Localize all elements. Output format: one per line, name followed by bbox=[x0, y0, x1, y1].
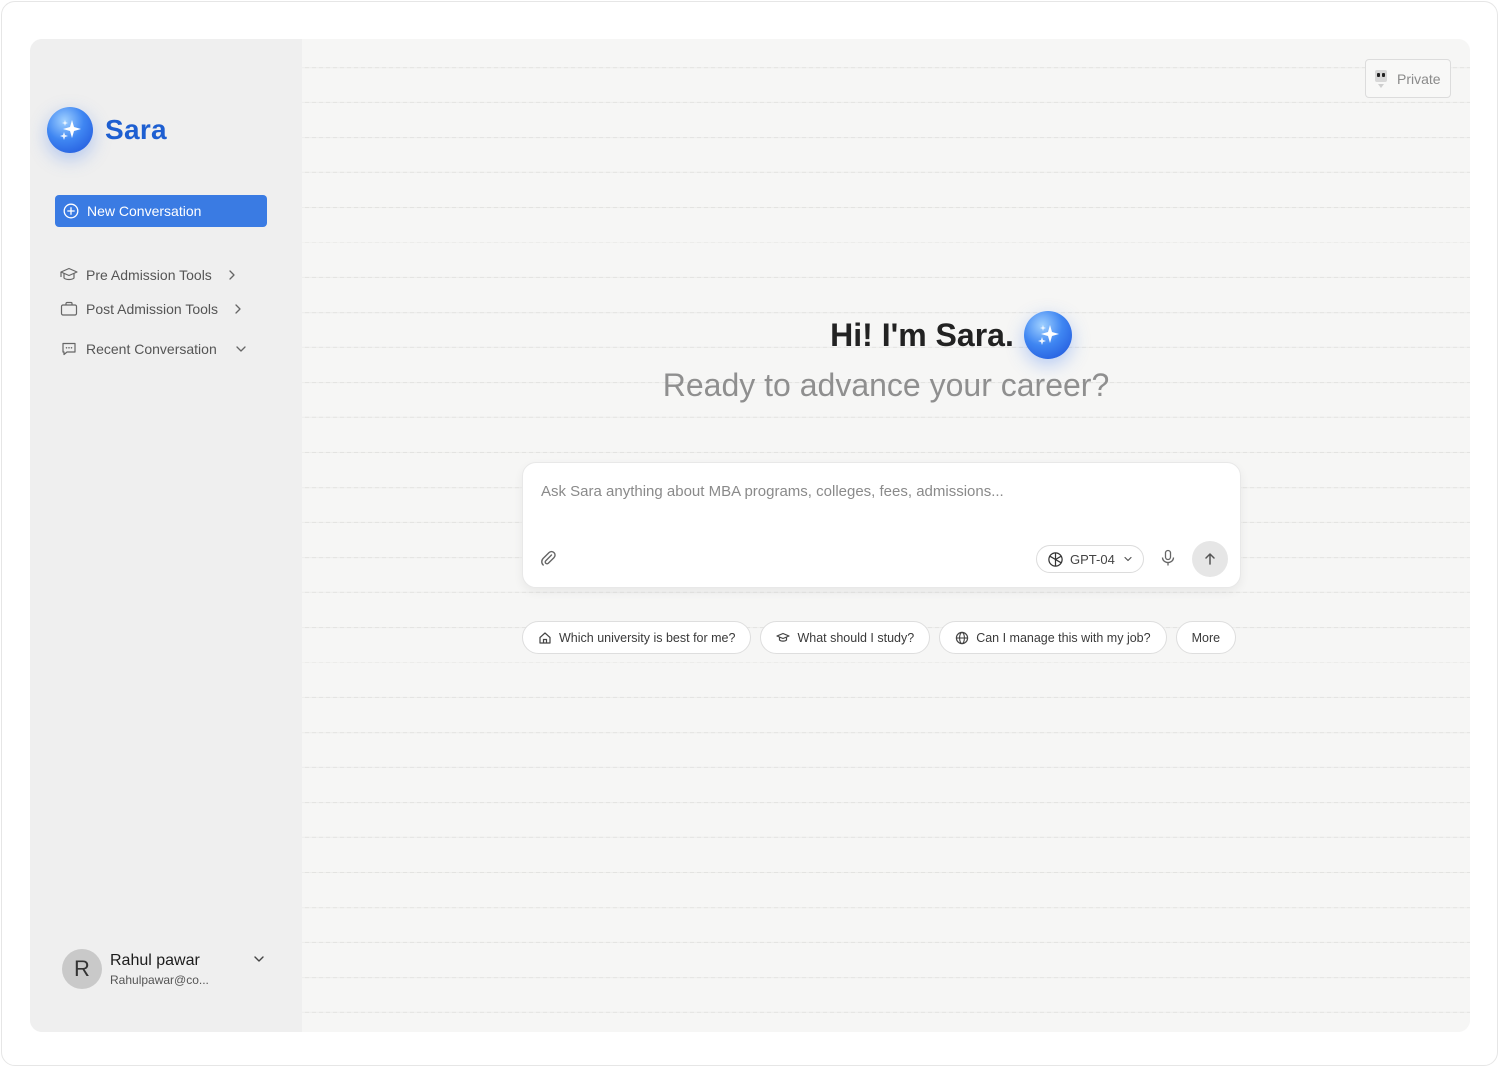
arrow-up-icon bbox=[1205, 553, 1215, 565]
chip-label: Which university is best for me? bbox=[559, 630, 736, 645]
globe-icon bbox=[955, 631, 969, 644]
incognito-icon bbox=[1375, 69, 1387, 88]
sidebar-item-label: Pre Admission Tools bbox=[86, 267, 212, 283]
private-label: Private bbox=[1397, 70, 1441, 87]
sidebar-item-post-admission-tools[interactable]: Post Admission Tools bbox=[60, 300, 244, 318]
chevron-down-icon bbox=[236, 346, 246, 352]
private-mode-button[interactable]: Private bbox=[1365, 59, 1451, 98]
suggestion-chip-job[interactable]: Can I manage this with my job? bbox=[939, 621, 1167, 654]
avatar: R bbox=[62, 949, 102, 989]
briefcase-icon bbox=[60, 300, 78, 318]
window-frame: Sara New Conversation Pre Admission Tool… bbox=[1, 1, 1498, 1066]
chip-label: More bbox=[1191, 630, 1221, 645]
user-email: Rahulpawar@co... bbox=[110, 972, 209, 987]
microphone-icon[interactable] bbox=[1159, 549, 1177, 567]
tagline: Ready to advance your career? bbox=[662, 367, 1110, 403]
app-container: Sara New Conversation Pre Admission Tool… bbox=[30, 39, 1470, 1032]
model-name: GPT-04 bbox=[1070, 551, 1115, 567]
sidebar-item-label: Post Admission Tools bbox=[86, 301, 219, 317]
main-area: Private Hi! I'm Sara. Ready to advance y… bbox=[302, 39, 1470, 1032]
more-suggestions-button[interactable]: More bbox=[1175, 621, 1237, 654]
message-input[interactable] bbox=[541, 483, 1221, 523]
sidebar-item-label: Recent Conversation bbox=[86, 341, 217, 357]
chip-label: What should I study? bbox=[797, 630, 915, 645]
plus-circle-icon bbox=[63, 203, 79, 219]
new-conversation-label: New Conversation bbox=[87, 203, 202, 219]
new-conversation-button[interactable]: New Conversation bbox=[55, 195, 267, 227]
chat-icon bbox=[60, 340, 78, 358]
user-name: Rahul pawar bbox=[110, 951, 200, 969]
home-icon bbox=[539, 631, 551, 644]
brand-logo[interactable]: Sara bbox=[47, 107, 167, 153]
sidebar: Sara New Conversation Pre Admission Tool… bbox=[30, 39, 302, 1032]
chevron-right-icon bbox=[235, 304, 241, 314]
suggestion-chips: Which university is best for me? What sh… bbox=[522, 621, 1237, 654]
openai-icon bbox=[1048, 551, 1063, 567]
chevron-down-icon[interactable] bbox=[252, 952, 266, 966]
greeting-row: Hi! I'm Sara. bbox=[432, 311, 1470, 359]
graduation-cap-icon bbox=[776, 632, 791, 642]
hero: Hi! I'm Sara. Ready to advance your care… bbox=[302, 311, 1470, 404]
brand-name: Sara bbox=[105, 114, 167, 145]
paperclip-icon[interactable] bbox=[539, 549, 557, 567]
message-composer: GPT-04 bbox=[522, 462, 1241, 588]
graduation-cap-icon bbox=[60, 266, 78, 284]
send-button[interactable] bbox=[1192, 541, 1228, 577]
sidebar-item-recent-conversation[interactable]: Recent Conversation bbox=[60, 340, 247, 358]
sidebar-item-pre-admission-tools[interactable]: Pre Admission Tools bbox=[60, 266, 238, 284]
chevron-right-icon bbox=[229, 270, 235, 280]
greeting-title: Hi! I'm Sara. bbox=[830, 316, 1014, 353]
sparkle-orb-icon bbox=[47, 107, 93, 153]
chevron-down-icon bbox=[1124, 556, 1132, 562]
suggestion-chip-university[interactable]: Which university is best for me? bbox=[522, 621, 752, 654]
sparkle-orb-icon bbox=[1023, 311, 1072, 359]
user-info: Rahul pawar Rahulpawar@co... bbox=[110, 952, 209, 987]
model-selector[interactable]: GPT-04 bbox=[1036, 545, 1144, 573]
chip-label: Can I manage this with my job? bbox=[976, 630, 1151, 645]
suggestion-chip-study[interactable]: What should I study? bbox=[760, 621, 931, 654]
user-profile[interactable]: R Rahul pawar Rahulpawar@co... bbox=[62, 949, 264, 989]
